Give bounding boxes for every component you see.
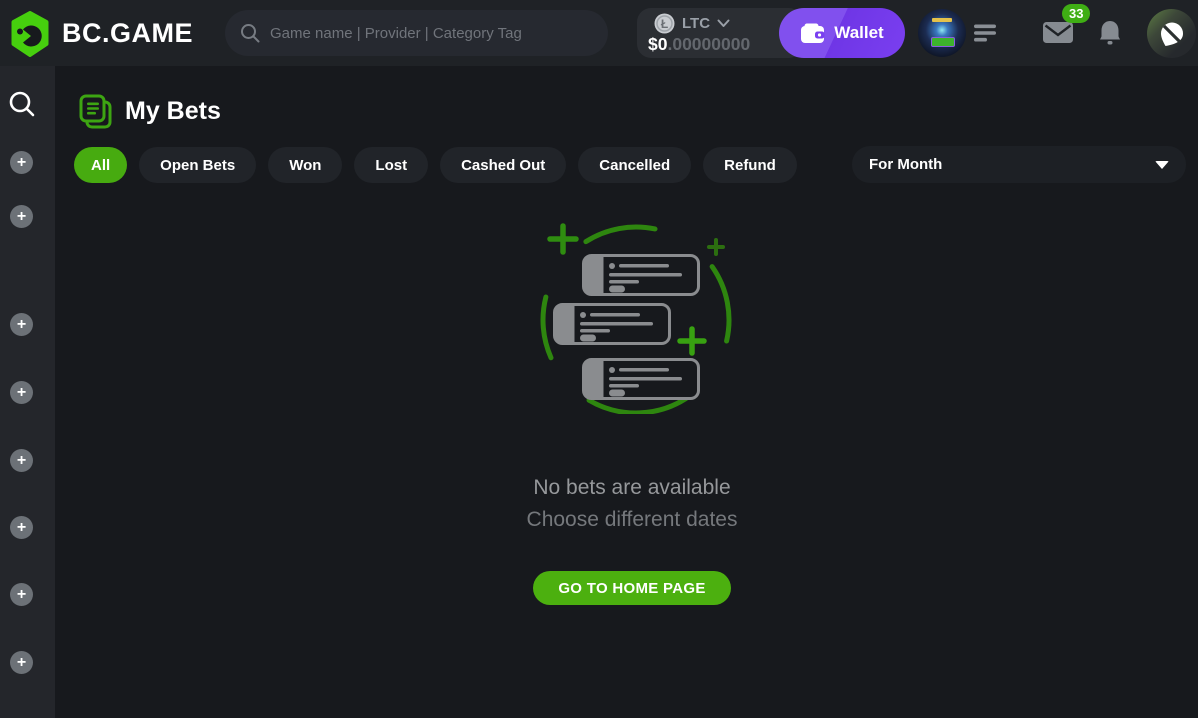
search-input[interactable] [270,25,593,42]
sidebar-add-button-1[interactable]: + [10,151,33,174]
filter-cancelled[interactable]: Cancelled [578,147,691,183]
plus-icon: + [17,655,26,671]
wallet-icon [800,23,825,44]
plus-icon: + [17,453,26,469]
left-sidebar: + + + + + + + + [0,66,55,718]
support-chat-button[interactable] [1147,9,1196,58]
sidebar-add-button-2[interactable]: + [10,205,33,228]
balance-whole: $0 [648,34,667,54]
top-header: BC.GAME Ł LTC $0.00000000 [0,0,1198,66]
sidebar-search-icon[interactable] [8,90,36,118]
my-bets-icon [78,94,113,129]
wallet-balance: $0.00000000 [648,34,750,55]
sidebar-add-button-4[interactable]: + [10,381,33,404]
plus-icon: + [17,385,26,401]
go-home-button[interactable]: GO TO HOME PAGE [533,571,731,605]
brand-title[interactable]: BC.GAME [62,18,193,49]
plus-icon: + [17,520,26,536]
period-select-value: For Month [869,156,942,173]
filter-all[interactable]: All [74,147,127,183]
wallet-button[interactable]: Wallet [779,8,905,58]
empty-state-line2: Choose different dates [382,504,882,536]
filter-open-bets[interactable]: Open Bets [139,147,256,183]
sidebar-add-button-3[interactable]: + [10,313,33,336]
plus-icon: + [17,209,26,225]
currency-code: LTC [682,15,710,32]
chevron-down-icon [717,19,730,28]
bcgame-logo-icon[interactable] [10,11,50,57]
profile-menu-icon[interactable] [974,22,996,44]
plus-icon: + [17,155,26,171]
filter-won[interactable]: Won [268,147,342,183]
empty-state-message: No bets are available Choose different d… [382,472,882,536]
ltc-coin-icon: Ł [654,13,675,34]
balance-fraction: .00000000 [667,34,750,54]
wallet-button-label: Wallet [834,23,883,43]
sidebar-add-button-5[interactable]: + [10,449,33,472]
messages-icon[interactable] [1043,22,1073,43]
page-header: My Bets [78,94,221,129]
filter-refund[interactable]: Refund [703,147,797,183]
sidebar-add-button-6[interactable]: + [10,516,33,539]
page-title: My Bets [125,97,221,126]
app-window: BC.GAME Ł LTC $0.00000000 [0,0,1198,718]
search-icon [240,23,260,43]
filter-lost[interactable]: Lost [354,147,428,183]
svg-text:Ł: Ł [661,17,668,31]
chat-pen-icon [1158,20,1186,48]
notifications-bell-icon[interactable] [1099,20,1121,46]
messages-count-badge: 33 [1062,4,1090,23]
game-search-bar[interactable] [225,10,608,56]
bet-status-filters: All Open Bets Won Lost Cashed Out Cancel… [74,147,797,183]
plus-icon: + [17,317,26,333]
main-content: My Bets All Open Bets Won Lost Cashed Ou… [55,66,1198,718]
caret-down-icon [1155,161,1169,169]
empty-state-line1: No bets are available [382,472,882,504]
period-select[interactable]: For Month [852,146,1186,183]
user-avatar[interactable] [918,9,966,57]
sidebar-add-button-7[interactable]: + [10,583,33,606]
filter-cashed-out[interactable]: Cashed Out [440,147,566,183]
plus-icon: + [17,587,26,603]
empty-bets-illustration [532,222,732,414]
sidebar-add-button-8[interactable]: + [10,651,33,674]
